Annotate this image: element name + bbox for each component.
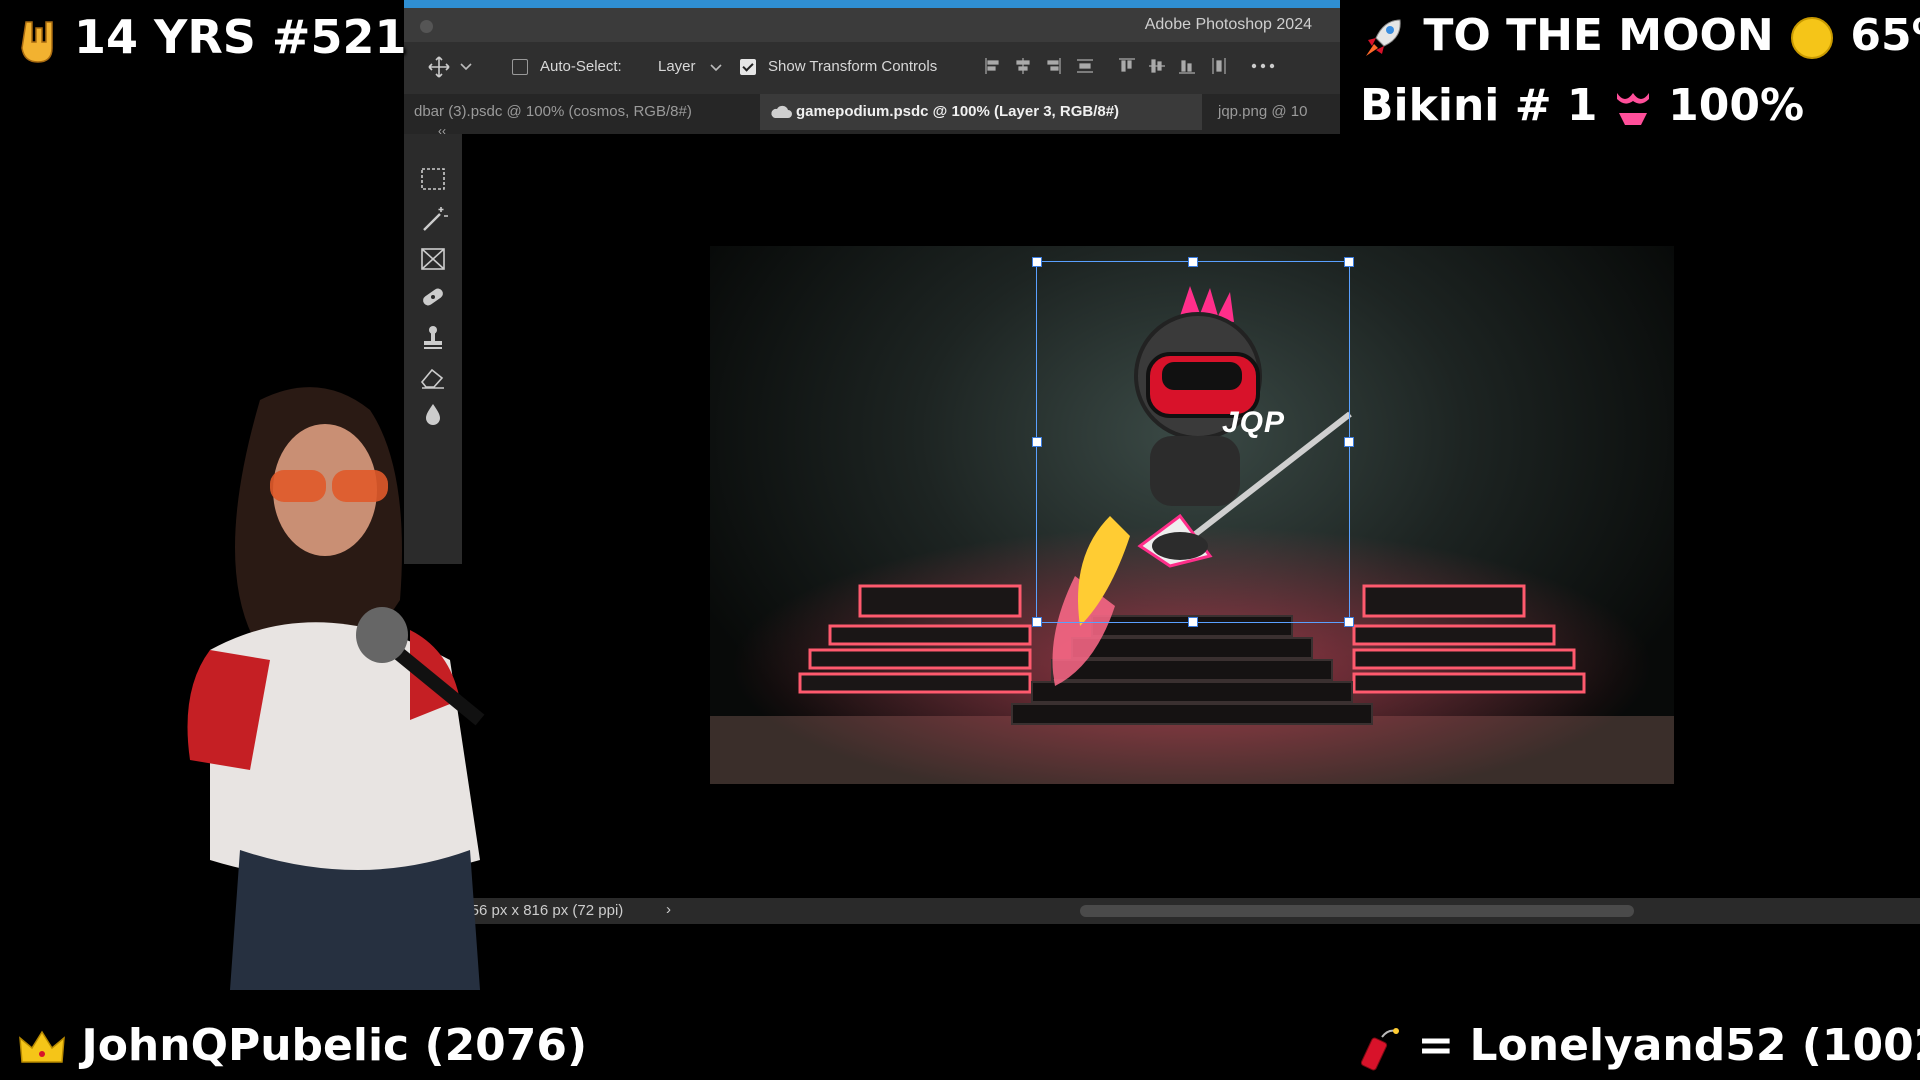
tab-gamepodium-label: gamepodium.psdc @ 100% (Layer 3, RGB/8#) <box>796 103 1120 120</box>
frame-tool-icon[interactable] <box>416 244 450 274</box>
bikini-goal-text: Bikini # 1 <box>1360 80 1598 131</box>
overlay-bikini-goal: Bikini # 1 100% <box>1360 80 1804 131</box>
overlay-top-user: JohnQPubelic (2076) <box>18 1020 587 1071</box>
crown-icon <box>19 1030 65 1063</box>
coin-icon <box>1791 17 1834 59</box>
years-counter-text: 14 YRS #521 <box>74 10 407 64</box>
bikini-goal-percent: 100% <box>1668 80 1805 131</box>
window-control-dot[interactable] <box>420 20 433 33</box>
auto-select-label: Auto-Select: <box>540 58 622 75</box>
transform-handle[interactable] <box>1344 257 1354 267</box>
distribute-icon[interactable] <box>1076 57 1094 75</box>
transform-handle[interactable] <box>1188 257 1198 267</box>
stamp-tool-icon[interactable] <box>416 322 450 352</box>
title-bar[interactable]: Adobe Photoshop 2024 <box>404 8 1340 42</box>
distribute-horizontal-icon[interactable] <box>1210 57 1228 75</box>
tab-jqp[interactable]: jqp.png @ 10 <box>1208 94 1340 130</box>
align-middle-icon[interactable] <box>1148 57 1166 75</box>
move-tool-icon[interactable] <box>428 56 450 78</box>
options-bar: Auto-Select: Layer Show Transform Contro… <box>404 42 1340 95</box>
more-options-icon[interactable] <box>1250 57 1276 75</box>
rocket-icon <box>1366 19 1401 56</box>
auto-select-target-dropdown[interactable]: Layer <box>658 58 696 75</box>
latest-supporter-text: = Lonelyand52 (1002) <box>1417 1020 1920 1071</box>
overlay-moon-goal: TO THE MOON 65% <box>1360 10 1920 62</box>
align-right-icon[interactable] <box>1044 57 1062 75</box>
show-transform-label: Show Transform Controls <box>768 58 938 75</box>
status-menu-arrow[interactable]: › <box>666 901 671 918</box>
cloud-icon <box>771 105 792 118</box>
top-user-text: JohnQPubelic (2076) <box>81 1020 588 1071</box>
align-left-icon[interactable] <box>984 57 1002 75</box>
window-accent-bar <box>404 0 1340 8</box>
bikini-icon <box>1616 93 1649 125</box>
streamer-silhouette <box>187 387 485 990</box>
tab-gamepodium[interactable]: gamepodium.psdc @ 100% (Layer 3, RGB/8#) <box>760 94 1202 130</box>
transform-selection-box[interactable] <box>1032 257 1354 627</box>
rock-hand-icon <box>21 20 53 63</box>
moon-goal-text: TO THE MOON <box>1423 10 1774 61</box>
transform-handle[interactable] <box>1344 617 1354 627</box>
status-bar: % 1456 px x 816 px (72 ppi) › <box>404 898 1920 924</box>
align-bottom-icon[interactable] <box>1178 57 1196 75</box>
firecracker-icon <box>1360 1028 1399 1071</box>
transform-handle[interactable] <box>1344 437 1354 447</box>
tab-dbar[interactable]: dbar (3).psdc @ 100% (cosmos, RGB/8#) <box>404 94 754 130</box>
webcam-feed <box>150 380 522 1010</box>
app-title: Adobe Photoshop 2024 <box>1144 16 1312 33</box>
overlay-latest-supporter: = Lonelyand52 (1002) <box>1356 1020 1920 1071</box>
healing-brush-icon[interactable] <box>416 282 450 312</box>
transform-handle[interactable] <box>1188 617 1198 627</box>
transform-handle[interactable] <box>1032 257 1042 267</box>
horizontal-scrollbar[interactable] <box>1080 905 1634 917</box>
rect-marquee-icon[interactable] <box>416 164 450 194</box>
document-tabs: dbar (3).psdc @ 100% (cosmos, RGB/8#) ga… <box>404 94 1340 134</box>
show-transform-checkbox[interactable] <box>740 59 756 75</box>
magic-wand-icon[interactable] <box>416 204 450 234</box>
transform-handle[interactable] <box>1032 617 1042 627</box>
chevron-down-icon[interactable] <box>460 62 472 72</box>
moon-goal-percent: 65% <box>1850 10 1920 61</box>
overlay-years-counter: 14 YRS #521 <box>18 10 406 64</box>
align-top-icon[interactable] <box>1118 57 1136 75</box>
auto-select-checkbox[interactable] <box>512 59 528 75</box>
chevron-down-icon[interactable] <box>710 63 722 73</box>
transform-handle[interactable] <box>1032 437 1042 447</box>
align-center-icon[interactable] <box>1014 57 1032 75</box>
